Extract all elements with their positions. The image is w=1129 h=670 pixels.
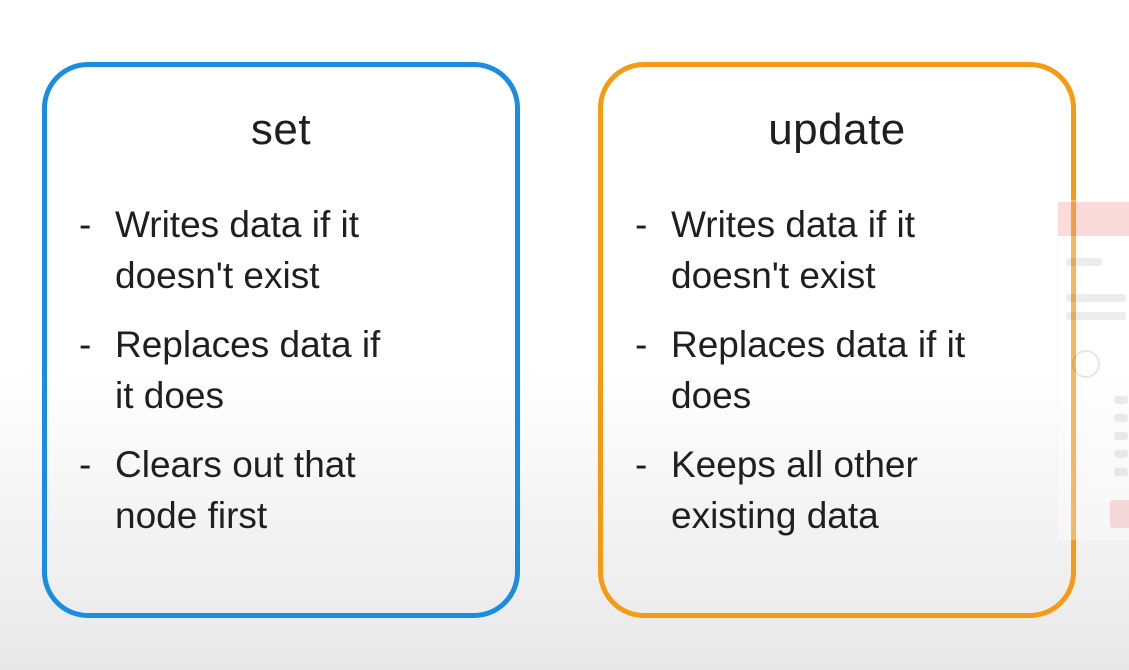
item-text-line: does (671, 375, 752, 416)
item-text-line: Replaces data if (115, 324, 381, 365)
faded-avatar-icon (1072, 350, 1100, 378)
faded-panel-line (1114, 432, 1128, 440)
item-text-line: doesn't exist (115, 255, 320, 296)
item-text-line: existing data (671, 495, 879, 536)
list-item: - Writes data if it doesn't exist (79, 199, 495, 301)
faded-panel-line (1066, 294, 1126, 302)
item-text-line: Clears out that (115, 444, 356, 485)
item-text-line: Writes data if it (671, 204, 916, 245)
bullet-dash: - (635, 324, 648, 365)
set-card: set - Writes data if it doesn't exist - … (42, 62, 520, 618)
bullet-dash: - (635, 204, 648, 245)
update-card-title: update (768, 105, 906, 154)
set-card-title: set (250, 105, 312, 154)
item-text-line: Replaces data if it (671, 324, 966, 365)
faded-panel-line (1114, 414, 1128, 422)
list-item: - Keeps all other existing data (635, 439, 1051, 541)
bullet-dash: - (635, 444, 648, 485)
faded-panel-header (1058, 202, 1129, 236)
item-text-line: node first (115, 495, 268, 536)
bullet-dash: - (79, 324, 92, 365)
item-text-line: it does (115, 375, 225, 416)
faded-panel-line (1066, 312, 1126, 320)
item-text-line: Writes data if it (115, 204, 360, 245)
update-card-list: - Writes data if it doesn't exist - Repl… (635, 199, 1051, 559)
list-item: - Replaces data if it does (79, 319, 495, 421)
item-text-line: Keeps all other (671, 444, 918, 485)
faded-panel-line (1114, 396, 1128, 404)
faded-panel-line (1066, 258, 1102, 266)
list-item: - Clears out that node first (79, 439, 495, 541)
faded-notification-panel (1057, 200, 1129, 540)
update-card: update - Writes data if it doesn't exist… (598, 62, 1076, 618)
item-text-line: doesn't exist (671, 255, 876, 296)
list-item: - Replaces data if it does (635, 319, 1051, 421)
faded-panel-line (1114, 450, 1128, 458)
bullet-dash: - (79, 444, 92, 485)
faded-panel-button (1110, 500, 1129, 528)
bullet-dash: - (79, 204, 92, 245)
faded-panel-line (1114, 468, 1128, 476)
list-item: - Writes data if it doesn't exist (635, 199, 1051, 301)
set-card-list: - Writes data if it doesn't exist - Repl… (79, 199, 495, 559)
